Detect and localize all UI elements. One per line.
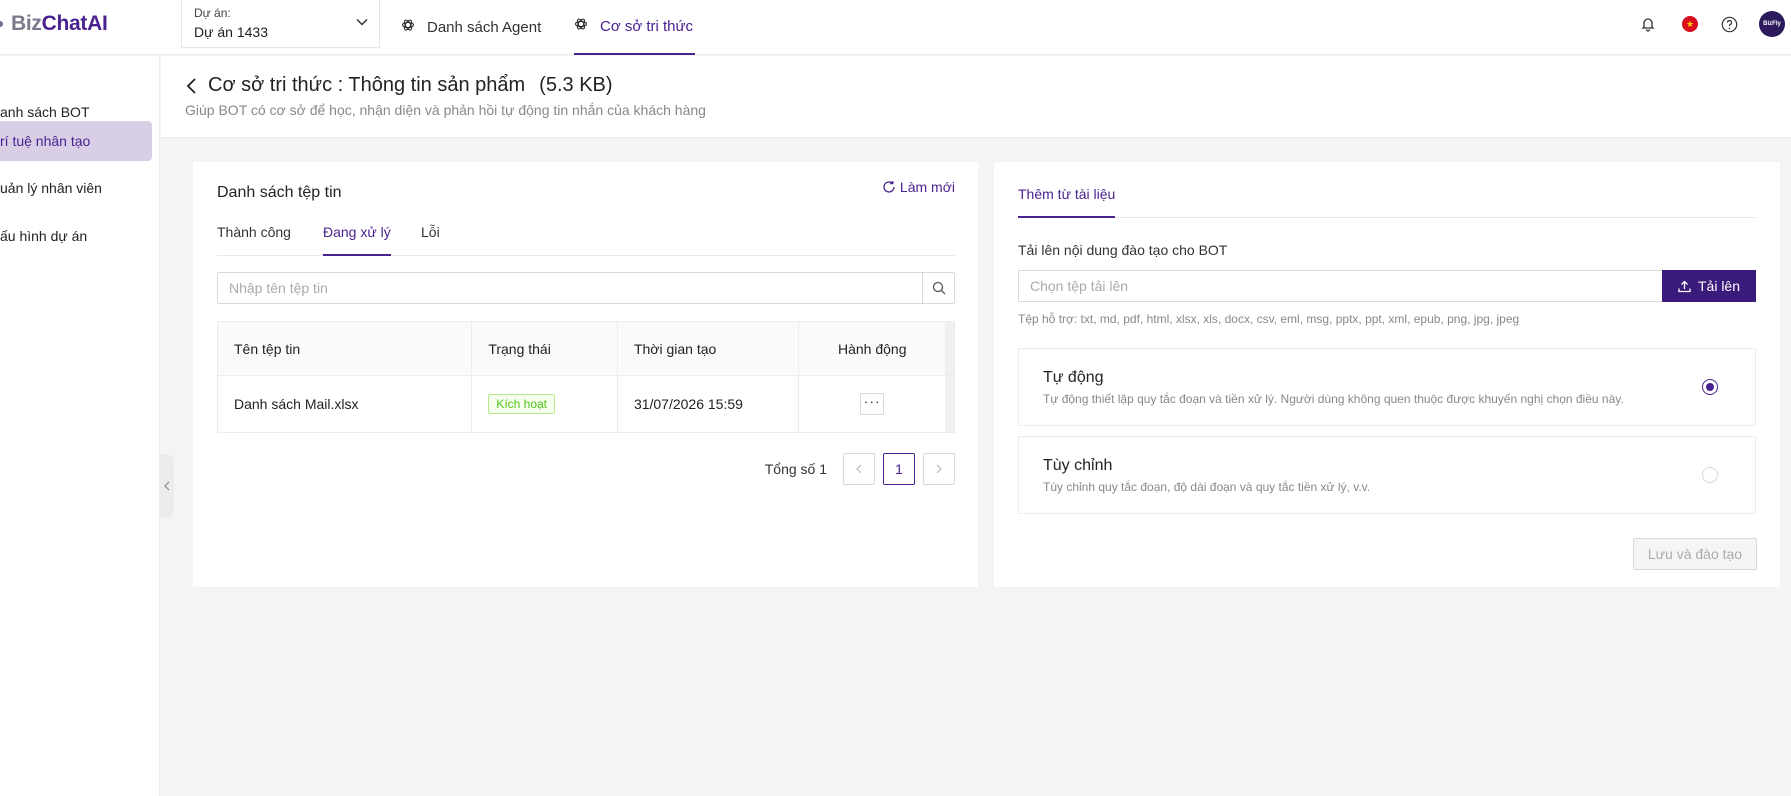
option-custom[interactable]: Tùy chỉnh Tùy chỉnh quy tắc đoạn, độ dài… bbox=[1018, 436, 1756, 514]
upload-button-label: Tải lên bbox=[1697, 278, 1741, 294]
sidebar-item-ai[interactable]: rí tuệ nhân tạo bbox=[0, 121, 152, 161]
supported-formats: Tệp hỗ trợ: txt, md, pdf, html, xlsx, xl… bbox=[1018, 312, 1520, 326]
file-search bbox=[217, 272, 955, 304]
chevron-left-icon bbox=[856, 464, 862, 474]
option-automatic[interactable]: Tự động Tự động thiết lập quy tắc đoạn v… bbox=[1018, 348, 1756, 426]
col-status: Trạng thái bbox=[472, 322, 618, 375]
back-arrow-icon[interactable] bbox=[185, 77, 199, 95]
logo-chatai: ChatAI bbox=[41, 12, 108, 35]
option-auto-radio[interactable] bbox=[1702, 379, 1718, 395]
file-table: Tên tệp tin Trạng thái Thời gian tạo Hàn… bbox=[217, 321, 955, 433]
table-header: Tên tệp tin Trạng thái Thời gian tạo Hàn… bbox=[218, 322, 954, 376]
more-actions-button[interactable]: ··· bbox=[860, 393, 885, 415]
option-auto-title: Tự động bbox=[1043, 369, 1104, 386]
save-and-train-button[interactable]: Lưu và đào tạo bbox=[1633, 538, 1757, 570]
tab-success[interactable]: Thành công bbox=[217, 224, 291, 256]
openai-icon bbox=[401, 18, 415, 32]
tab-knowledge-label: Cơ sở tri thức bbox=[600, 18, 694, 35]
top-bar: Biz ChatAI Dự án: Dự án 1433 Danh sách A… bbox=[0, 0, 1791, 55]
option-auto-desc: Tự động thiết lập quy tắc đoạn và tiền x… bbox=[1043, 392, 1624, 406]
pagination: Tổng số 1 1 bbox=[765, 453, 955, 485]
refresh-icon bbox=[883, 181, 895, 193]
file-picker-input[interactable] bbox=[1018, 270, 1662, 302]
sidebar: anh sách BOT rí tuệ nhân tạo uản lý nhân… bbox=[0, 56, 160, 796]
logo-dot bbox=[0, 21, 3, 27]
file-list-panel: Danh sách tệp tin Làm mới Thành công Đan… bbox=[193, 162, 978, 587]
option-custom-desc: Tùy chỉnh quy tắc đoạn, độ dài đoạn và q… bbox=[1043, 480, 1371, 494]
sidebar-item-staff[interactable]: uản lý nhân viên bbox=[0, 168, 152, 208]
status-cell: Kích hoạt bbox=[472, 376, 618, 432]
file-list-title: Danh sách tệp tin bbox=[217, 184, 342, 201]
search-icon bbox=[932, 281, 945, 295]
upload-label: Tải lên nội dung đào tạo cho BOT bbox=[1018, 242, 1228, 258]
user-avatar[interactable]: BizFly bbox=[1759, 11, 1785, 37]
upload-button[interactable]: Tải lên bbox=[1662, 270, 1756, 302]
chevron-right-icon bbox=[936, 464, 942, 474]
next-page-button[interactable] bbox=[923, 453, 955, 485]
language-flag: ★ bbox=[1682, 16, 1698, 32]
table-scrollbar[interactable] bbox=[945, 376, 954, 432]
tab-knowledge-base[interactable]: Cơ sở tri thức bbox=[574, 0, 696, 55]
action-cell: ··· bbox=[799, 376, 945, 432]
bell-icon[interactable] bbox=[1638, 14, 1658, 34]
file-search-input[interactable] bbox=[218, 273, 922, 303]
page-size: (5.3 KB) bbox=[539, 74, 613, 96]
upload-tabs: Thêm từ tài liệu bbox=[1018, 186, 1756, 218]
project-label: Dự án: bbox=[194, 6, 231, 20]
refresh-button[interactable]: Làm mới bbox=[882, 179, 955, 195]
table-row: Danh sách Mail.xlsx Kích hoạt 31/07/2026… bbox=[218, 376, 954, 432]
page-title: Cơ sở tri thức : Thông tin sản phẩm bbox=[208, 74, 526, 96]
col-created: Thời gian tạo bbox=[618, 322, 800, 375]
created-cell: 31/07/2026 15:59 bbox=[618, 376, 800, 432]
project-selector[interactable]: Dự án: Dự án 1433 bbox=[181, 0, 380, 48]
chevron-down-icon bbox=[355, 15, 369, 32]
help-icon[interactable] bbox=[1719, 14, 1739, 34]
vietnam-flag-icon[interactable]: ★ bbox=[1680, 14, 1700, 34]
option-custom-radio[interactable] bbox=[1702, 467, 1718, 483]
tab-agent-label: Danh sách Agent bbox=[427, 19, 542, 36]
sidebar-item-project-config[interactable]: ấu hình dự án bbox=[0, 216, 152, 256]
page-title-row: Cơ sở tri thức : Thông tin sản phẩm (5.3… bbox=[185, 74, 613, 97]
col-action: Hành động bbox=[837, 340, 907, 357]
pagination-total: Tổng số 1 bbox=[764, 461, 827, 477]
upload-row: Tải lên bbox=[1018, 270, 1756, 302]
project-value: Dự án 1433 bbox=[194, 24, 268, 40]
openai-icon bbox=[574, 17, 588, 31]
file-name-cell: Danh sách Mail.xlsx bbox=[218, 376, 473, 432]
upload-icon bbox=[1678, 280, 1691, 292]
tab-error[interactable]: Lỗi bbox=[421, 224, 440, 256]
page-number-button[interactable]: 1 bbox=[883, 453, 915, 485]
tab-agent-list[interactable]: Danh sách Agent bbox=[401, 0, 541, 55]
prev-page-button[interactable] bbox=[843, 453, 875, 485]
upload-panel: Thêm từ tài liệu Tải lên nội dung đào tạ… bbox=[994, 162, 1780, 587]
tab-processing[interactable]: Đang xử lý bbox=[323, 224, 391, 256]
logo[interactable]: Biz ChatAI bbox=[0, 12, 108, 36]
page-header: Cơ sở tri thức : Thông tin sản phẩm (5.3… bbox=[161, 56, 1791, 138]
table-scrollbar[interactable] bbox=[945, 322, 954, 375]
sidebar-collapse-button[interactable] bbox=[160, 454, 174, 518]
page-subtitle: Giúp BOT có cơ sở để học, nhận diện và p… bbox=[185, 102, 706, 118]
status-badge: Kích hoạt bbox=[488, 394, 556, 414]
logo-biz: Biz bbox=[11, 12, 42, 35]
col-file-name: Tên tệp tin bbox=[218, 322, 473, 375]
refresh-label: Làm mới bbox=[899, 179, 955, 195]
option-custom-title: Tùy chỉnh bbox=[1043, 457, 1113, 474]
status-tabs: Thành công Đang xử lý Lỗi bbox=[217, 224, 955, 256]
search-button[interactable] bbox=[922, 273, 954, 303]
tab-add-from-document[interactable]: Thêm từ tài liệu bbox=[1018, 186, 1116, 218]
chevron-left-icon bbox=[164, 481, 170, 491]
